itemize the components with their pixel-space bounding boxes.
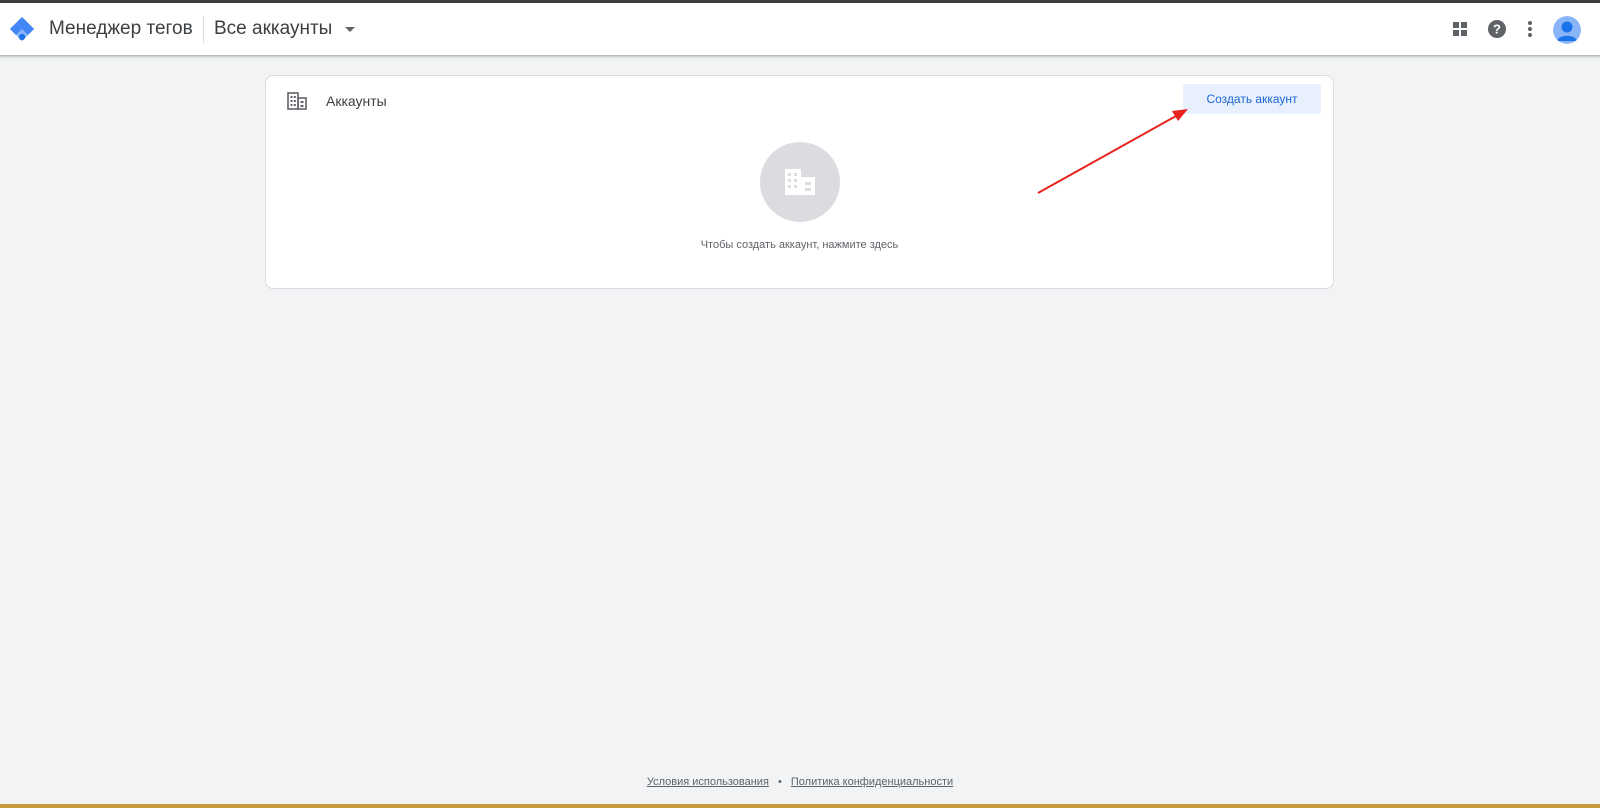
accounts-card: Аккаунты Создать аккаунт Чтобы создать а… <box>265 75 1334 289</box>
help-icon[interactable]: ? <box>1484 16 1510 42</box>
header-divider <box>203 16 204 43</box>
create-account-button[interactable]: Создать аккаунт <box>1183 84 1321 114</box>
more-vert-icon[interactable] <box>1517 16 1543 42</box>
top-app-bar: Менеджер тегов Все аккаунты ? <box>0 3 1600 55</box>
account-avatar-icon[interactable] <box>1553 16 1581 44</box>
apps-grid-icon[interactable] <box>1447 16 1473 42</box>
app-title: Менеджер тегов <box>49 18 193 39</box>
privacy-link[interactable]: Политика конфиденциальности <box>791 776 953 788</box>
accounts-card-title: Аккаунты <box>326 93 387 109</box>
svg-text:?: ? <box>1493 22 1501 37</box>
footer: Условия использования • Политика конфиде… <box>0 776 1600 788</box>
footer-separator: • <box>777 776 782 788</box>
terms-link[interactable]: Условия использования <box>647 776 769 788</box>
empty-state-message[interactable]: Чтобы создать аккаунт, нажмите здесь <box>266 239 1333 251</box>
taskbar-edge <box>0 804 1600 808</box>
dropdown-caret-icon <box>345 26 356 32</box>
tag-manager-logo-icon[interactable] <box>8 15 36 43</box>
account-selector-label: Все аккаунты <box>214 18 333 39</box>
building-icon <box>287 91 307 111</box>
building-icon <box>785 169 815 195</box>
account-selector[interactable]: Все аккаунты <box>214 11 359 47</box>
empty-state-illustration[interactable] <box>760 142 840 222</box>
